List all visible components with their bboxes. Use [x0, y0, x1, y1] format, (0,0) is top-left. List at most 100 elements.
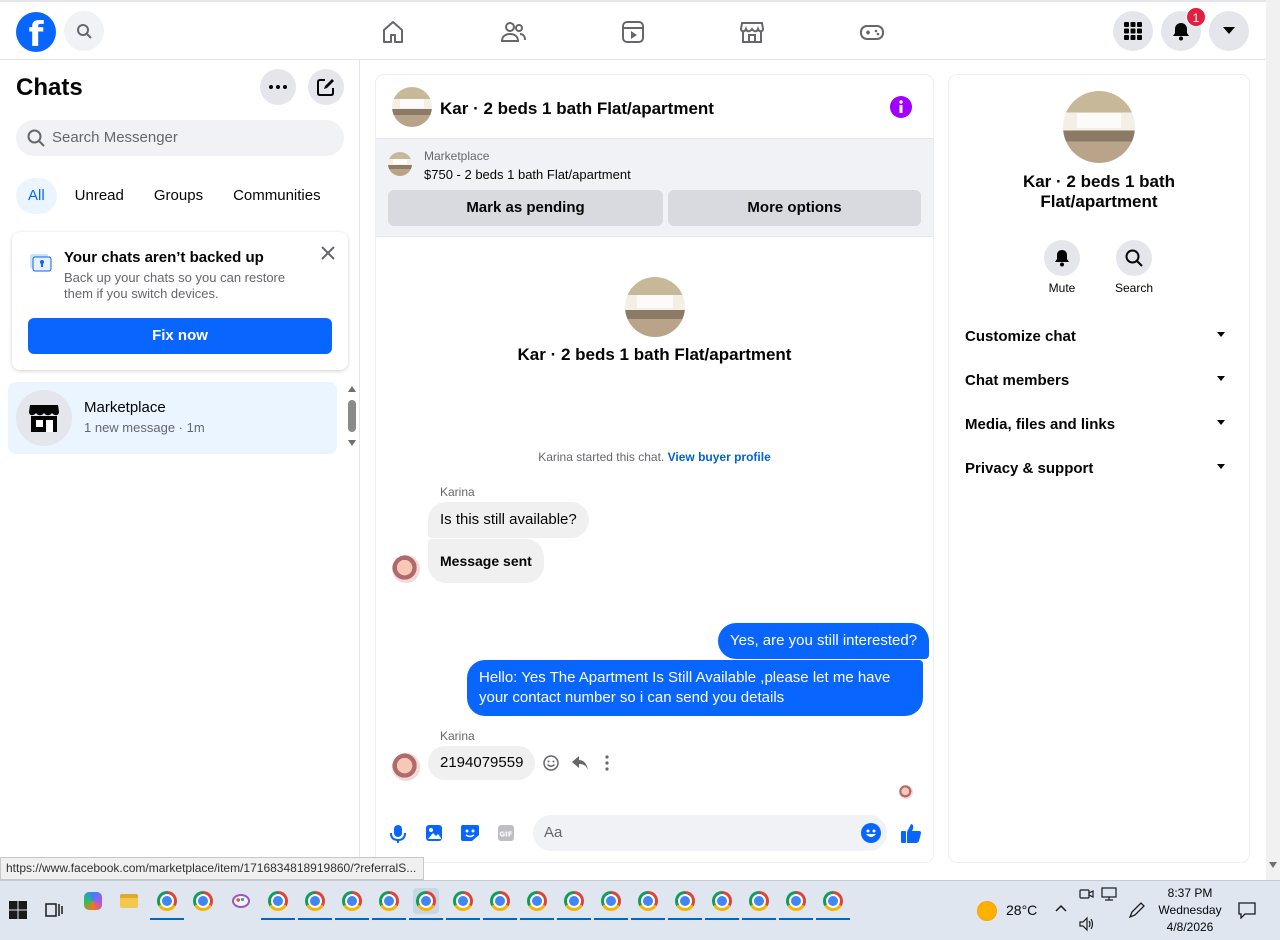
listing-avatar[interactable] [392, 87, 432, 127]
view-buyer-profile-link[interactable]: View buyer profile [668, 450, 771, 464]
reply-icon[interactable] [571, 755, 589, 771]
karina-avatar[interactable] [392, 753, 420, 781]
video-icon[interactable] [620, 19, 646, 45]
more-vertical-icon[interactable] [605, 755, 609, 771]
microphone-icon[interactable] [390, 824, 406, 844]
chat-options-button[interactable] [260, 69, 296, 105]
camera-icon[interactable] [1078, 886, 1094, 902]
sticker-icon[interactable] [460, 824, 480, 842]
windows-start-icon[interactable] [9, 901, 27, 919]
file-explorer-icon[interactable] [116, 888, 142, 914]
more-options-button[interactable]: More options [668, 190, 921, 226]
chrome-icon[interactable] [298, 888, 332, 920]
backup-icon [30, 254, 52, 272]
network-icon[interactable] [1101, 886, 1119, 902]
volume-icon[interactable] [1078, 916, 1096, 932]
home-icon[interactable] [380, 19, 406, 45]
friends-icon[interactable] [500, 19, 526, 45]
search-icon [27, 129, 45, 147]
media-files-links-section[interactable]: Media, files and links [965, 413, 1233, 437]
karina-avatar[interactable] [392, 555, 420, 583]
tab-groups[interactable]: Groups [142, 178, 215, 214]
conversation-title[interactable]: Kar · 2 beds 1 bath Flat/apartment [440, 99, 714, 119]
info-icon[interactable] [890, 96, 912, 118]
fix-now-button[interactable]: Fix now [28, 318, 332, 354]
chrome-icon[interactable] [520, 888, 554, 920]
section-label: Customize chat [965, 328, 1076, 345]
paint-icon[interactable] [228, 888, 254, 914]
tab-all[interactable]: All [16, 178, 57, 214]
chrome-icon[interactable] [779, 888, 813, 920]
photo-icon[interactable] [425, 824, 443, 842]
task-view-icon[interactable] [45, 901, 63, 919]
search-messenger-input[interactable]: Search Messenger [16, 120, 344, 156]
backup-notice-card: Your chats aren’t backed up Back up your… [12, 232, 348, 370]
message-bubble-outgoing[interactable]: Hello: Yes The Apartment Is Still Availa… [467, 660, 923, 716]
privacy-support-section[interactable]: Privacy & support [965, 457, 1233, 481]
chrome-icon[interactable] [446, 888, 480, 920]
gaming-icon[interactable] [859, 19, 885, 45]
facebook-logo-icon[interactable]: f [16, 12, 56, 52]
chrome-icon[interactable] [557, 888, 591, 920]
notification-center-icon[interactable] [1238, 901, 1256, 919]
new-message-button[interactable] [308, 69, 344, 105]
listing-price-title[interactable]: $750 - 2 beds 1 bath Flat/apartment [424, 167, 631, 182]
chrome-icon[interactable] [631, 888, 665, 920]
chrome-icon[interactable] [335, 888, 369, 920]
chrome-icon[interactable] [668, 888, 702, 920]
search-icon [77, 24, 92, 39]
message-bubble-outgoing[interactable]: Yes, are you still interested? [718, 623, 930, 659]
emoji-icon[interactable] [861, 823, 881, 843]
account-menu-button[interactable] [1209, 11, 1249, 51]
mark-as-pending-button[interactable]: Mark as pending [388, 190, 663, 226]
chrome-icon[interactable] [190, 888, 216, 914]
chrome-icon[interactable] [705, 888, 739, 920]
system-clock[interactable]: 8:37 PM Wednesday 4/8/2026 [1155, 885, 1225, 936]
chrome-icon[interactable] [372, 888, 406, 920]
chrome-icon[interactable] [816, 888, 850, 920]
gif-icon[interactable]: GIF [497, 824, 515, 842]
chrome-icon[interactable] [594, 888, 628, 920]
react-emoji-icon[interactable] [543, 755, 559, 771]
search-in-chat-button[interactable] [1116, 240, 1152, 276]
chrome-icon[interactable] [150, 888, 184, 920]
search-button[interactable] [64, 11, 104, 51]
chats-sidebar: Chats Search Messenger All Unread Groups… [0, 60, 360, 880]
pen-icon[interactable] [1128, 901, 1146, 919]
weather-temperature[interactable]: 28°C [1006, 902, 1037, 918]
section-label: Privacy & support [965, 460, 1094, 477]
sender-name: Karina [440, 485, 475, 499]
mute-button[interactable] [1044, 240, 1080, 276]
chrome-icon-active[interactable] [409, 888, 443, 920]
message-bubble-incoming[interactable]: 2194079559 [428, 746, 536, 780]
message-bubble-incoming[interactable]: Is this still available? [428, 502, 589, 538]
tab-unread[interactable]: Unread [63, 178, 136, 214]
like-thumbs-up-icon[interactable] [900, 822, 922, 844]
customize-chat-section[interactable]: Customize chat [965, 325, 1233, 349]
chrome-icon[interactable] [483, 888, 517, 920]
chat-members-section[interactable]: Chat members [965, 369, 1233, 393]
chevron-up-icon[interactable] [1055, 904, 1067, 912]
listing-thumbnail[interactable] [388, 152, 412, 176]
chevron-down-icon [1217, 332, 1225, 337]
chrome-icon[interactable] [742, 888, 776, 920]
message-bubble-incoming[interactable]: Message sent [428, 539, 544, 583]
marketplace-icon[interactable] [739, 19, 765, 45]
tab-communities[interactable]: Communities [221, 178, 333, 214]
sidebar-title: Chats [16, 74, 83, 101]
backup-title: Your chats aren’t backed up [64, 249, 264, 266]
chat-list-scrollbar[interactable] [347, 384, 357, 450]
copilot-icon[interactable] [80, 888, 106, 914]
more-dots-icon [269, 85, 287, 89]
close-icon[interactable] [321, 246, 335, 260]
section-label: Media, files and links [965, 416, 1116, 433]
details-avatar[interactable] [1063, 91, 1135, 163]
message-input[interactable]: Aa [533, 815, 887, 851]
chat-list-item[interactable]: Marketplace 1 new message · 1m [8, 382, 337, 454]
search-icon [1125, 249, 1143, 267]
weather-sun-icon[interactable] [977, 901, 997, 921]
caret-down-icon [1223, 27, 1235, 34]
chrome-icon[interactable] [261, 888, 295, 920]
menu-button[interactable] [1113, 11, 1153, 51]
page-scrollbar[interactable] [1266, 0, 1280, 880]
